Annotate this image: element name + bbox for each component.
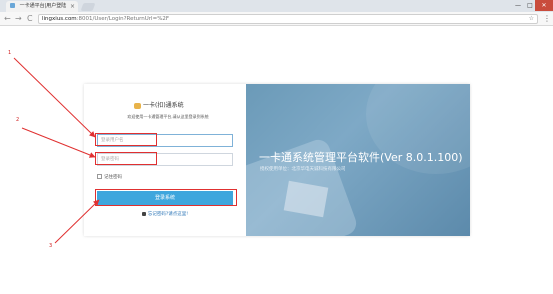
arrow-3 (54, 199, 100, 244)
annotation-arrows (13, 57, 100, 244)
annotation-label-2: 2 (16, 117, 20, 123)
annotation-label-3: 3 (49, 243, 53, 249)
arrow-1 (13, 57, 96, 138)
arrow-2 (21, 127, 96, 158)
annotation-label-1: 1 (8, 50, 12, 56)
